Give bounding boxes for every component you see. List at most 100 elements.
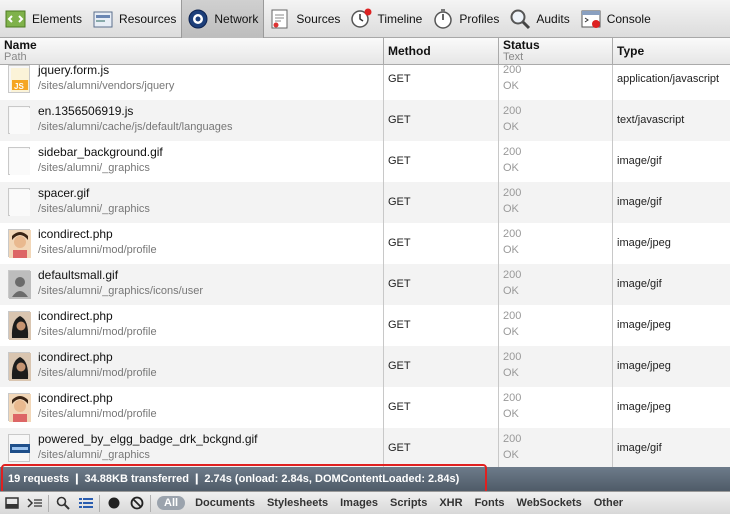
request-path: /sites/alumni/_graphics — [38, 203, 150, 215]
divider — [150, 494, 151, 512]
status-text: OK — [503, 367, 519, 379]
badge-thumbnail-icon — [8, 434, 30, 462]
method-cell: GET — [384, 305, 499, 346]
status-text: OK — [503, 162, 519, 174]
request-row[interactable]: defaultsmall.gif/sites/alumni/_graphics/… — [0, 264, 730, 305]
method-cell: GET — [384, 428, 499, 467]
filter-documents[interactable]: Documents — [189, 497, 261, 509]
method-cell: GET — [384, 65, 499, 100]
method-cell: GET — [384, 387, 499, 428]
request-row[interactable]: en.1356506919.js/sites/alumni/cache/js/d… — [0, 100, 730, 141]
status-cell: 200 OK — [499, 428, 613, 467]
console-prompt-icon — [26, 498, 42, 508]
status-code: 200 — [503, 392, 522, 404]
tab-label: Sources — [296, 11, 341, 26]
search-button[interactable] — [51, 493, 74, 514]
type-cell: application/javascript — [613, 65, 730, 100]
tab-console[interactable]: Console — [575, 0, 656, 38]
mime-type: text/javascript — [617, 114, 685, 126]
filter-websockets[interactable]: WebSockets — [511, 497, 588, 509]
tab-profiles[interactable]: Profiles — [427, 0, 504, 38]
status-cell: 200 OK — [499, 387, 613, 428]
request-method: GET — [388, 360, 411, 372]
method-cell: GET — [384, 223, 499, 264]
header-text-label: Text — [503, 51, 524, 63]
filter-other[interactable]: Other — [588, 497, 629, 509]
resources-icon — [91, 7, 115, 31]
request-row[interactable]: powered_by_elgg_badge_drk_bckgnd.gif/sit… — [0, 428, 730, 467]
mime-type: image/gif — [617, 155, 662, 167]
column-header-type[interactable]: Type — [613, 38, 730, 65]
dock-toggle-button[interactable] — [0, 493, 23, 514]
record-button[interactable] — [102, 493, 125, 514]
request-method: GET — [388, 278, 411, 290]
name-cell: JS jquery.form.js/sites/alumni/vendors/jq… — [0, 65, 384, 100]
request-path: /sites/alumni/_graphics/icons/user — [38, 285, 204, 297]
request-name: spacer.gif — [38, 186, 90, 200]
filter-scripts[interactable]: Scripts — [384, 497, 433, 509]
request-row[interactable]: JS jquery.form.js/sites/alumni/vendors/jq… — [0, 65, 730, 100]
request-row[interactable]: icondirect.php/sites/alumni/mod/profile G… — [0, 387, 730, 428]
status-code: 200 — [503, 65, 522, 76]
request-row[interactable]: icondirect.php/sites/alumni/mod/profile G… — [0, 223, 730, 264]
request-name: en.1356506919.js — [38, 104, 134, 118]
name-cell: icondirect.php/sites/alumni/mod/profile — [0, 223, 384, 264]
tab-sources[interactable]: Sources — [264, 0, 345, 38]
tab-timeline[interactable]: Timeline — [345, 0, 427, 38]
header-type-label: Type — [617, 44, 645, 58]
summary-highlight-annotation — [1, 464, 487, 494]
dock-icon — [4, 497, 19, 509]
name-cell: en.1356506919.js/sites/alumni/cache/js/d… — [0, 100, 384, 141]
filter-stylesheets[interactable]: Stylesheets — [261, 497, 334, 509]
console-drawer-button[interactable] — [23, 493, 46, 514]
filter-images[interactable]: Images — [334, 497, 384, 509]
clear-button[interactable] — [125, 493, 148, 514]
type-cell: image/jpeg — [613, 223, 730, 264]
devtools-status-bar: All Documents Stylesheets Images Scripts XHR F… — [0, 491, 730, 514]
name-cell: icondirect.php/sites/alumni/mod/profile — [0, 305, 384, 346]
timeline-icon — [349, 7, 373, 31]
request-method: GET — [388, 196, 411, 208]
status-code: 200 — [503, 269, 522, 281]
status-text: OK — [503, 121, 519, 133]
status-text: OK — [503, 449, 519, 461]
request-row[interactable]: sidebar_background.gif/sites/alumni/_gra… — [0, 141, 730, 182]
status-cell: 200 OK — [499, 264, 613, 305]
request-name: icondirect.php — [38, 227, 113, 241]
filter-all[interactable]: All — [157, 496, 186, 510]
request-name: defaultsmall.gif — [38, 268, 119, 282]
request-row[interactable]: icondirect.php/sites/alumni/mod/profile G… — [0, 346, 730, 387]
mime-type: image/gif — [617, 442, 662, 454]
tab-resources[interactable]: Resources — [87, 0, 181, 38]
method-cell: GET — [384, 100, 499, 141]
status-code: 200 — [503, 310, 522, 322]
face-light-thumbnail-icon — [8, 229, 31, 258]
face-light-thumbnail-icon — [8, 393, 31, 422]
column-header-name[interactable]: Name Path — [0, 38, 384, 65]
status-cell: 200 OK — [499, 141, 613, 182]
column-header-status[interactable]: Status Text — [499, 38, 613, 65]
filter-fonts[interactable]: Fonts — [469, 497, 511, 509]
tab-network[interactable]: Network — [181, 0, 265, 38]
list-view-button[interactable] — [74, 493, 97, 514]
request-method: GET — [388, 319, 411, 331]
column-header-method[interactable]: Method — [384, 38, 499, 65]
header-status-label: Status — [503, 38, 540, 52]
tab-audits[interactable]: Audits — [504, 0, 574, 38]
request-name: powered_by_elgg_badge_drk_bckgnd.gif — [38, 432, 258, 446]
request-name: icondirect.php — [38, 350, 113, 364]
tab-elements[interactable]: Elements — [0, 0, 87, 38]
mime-type: application/javascript — [617, 73, 720, 85]
request-row[interactable]: icondirect.php/sites/alumni/mod/profile G… — [0, 305, 730, 346]
filter-xhr[interactable]: XHR — [433, 497, 468, 509]
divider — [99, 494, 100, 512]
request-path: /sites/alumni/mod/profile — [38, 367, 157, 379]
request-name: icondirect.php — [38, 391, 113, 405]
name-cell: sidebar_background.gif/sites/alumni/_gra… — [0, 141, 384, 182]
status-code: 200 — [503, 146, 522, 158]
divider — [48, 494, 49, 512]
request-row[interactable]: spacer.gif/sites/alumni/_graphics GET 200 O… — [0, 182, 730, 223]
request-name: jquery.form.js — [38, 65, 110, 77]
type-cell: image/gif — [613, 264, 730, 305]
method-cell: GET — [384, 264, 499, 305]
